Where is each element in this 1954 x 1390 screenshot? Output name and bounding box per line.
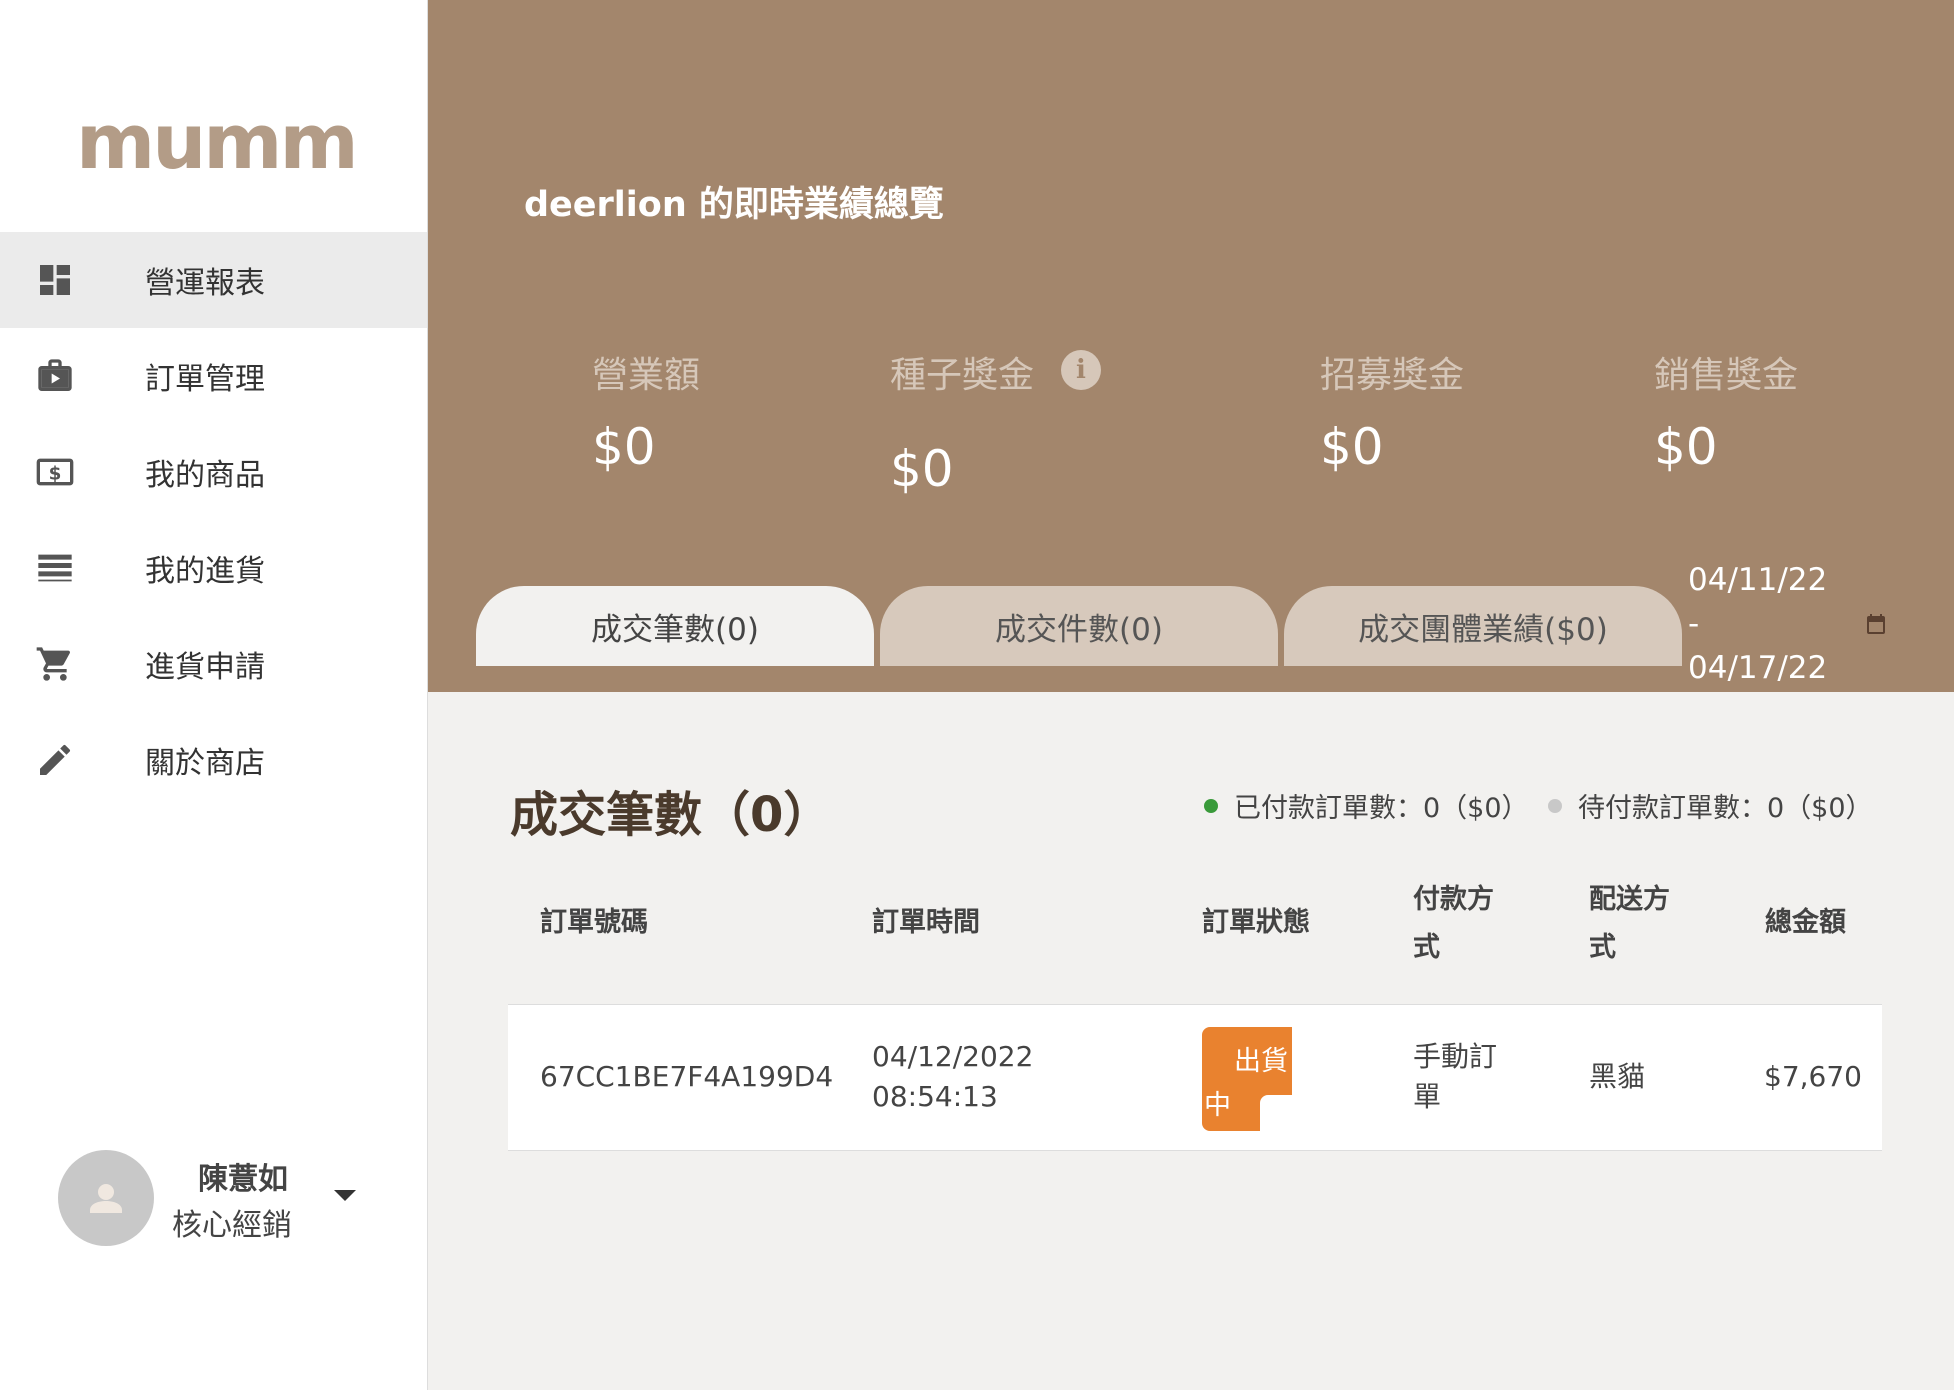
payment-method: 手動訂 單: [1413, 1037, 1497, 1117]
sidebar-item-purchase-request[interactable]: 進貨申請: [0, 616, 427, 712]
sidebar-item-orders[interactable]: 訂單管理: [0, 328, 427, 424]
sidebar-nav: 營運報表 訂單管理 $ 我的商品 我的進貨 進貨申請 關於商店: [0, 232, 427, 808]
date-range[interactable]: 04/11/22 - 04/17/22: [1688, 558, 1827, 690]
pending-dot-icon: [1548, 798, 1562, 813]
status-line1: 出貨: [1234, 1046, 1288, 1077]
legend-paid-label: 已付款訂單數：0（$0）: [1234, 793, 1529, 824]
stat-value-sales-bonus: $0: [1654, 418, 1718, 476]
stat-label-recruit-bonus: 招募獎金: [1320, 355, 1465, 396]
column-header-payment: 付款方 式: [1413, 876, 1494, 972]
avatar: [58, 1150, 154, 1246]
paid-dot-icon: [1204, 798, 1218, 813]
order-total: $7,670: [1764, 1060, 1862, 1093]
stat-label-seed-bonus: 種子獎金: [890, 355, 1035, 396]
shipping-method: 黑貓: [1589, 1060, 1646, 1093]
column-header-payment-line1: 付款方: [1413, 884, 1494, 915]
legend-pending: 待付款訂單數：0（$0）: [1548, 786, 1873, 825]
date-to: 04/17/22: [1688, 650, 1828, 686]
stat-label-sales-bonus: 銷售獎金: [1654, 355, 1799, 396]
user-profile[interactable]: 陳薏如 核心經銷: [58, 1150, 378, 1250]
summary-banner: deerlion 的即時業績總覽 營業額 $0 種子獎金 i $0 招募獎金 $…: [428, 0, 1954, 692]
sidebar-item-label: 營運報表: [145, 266, 265, 301]
column-header-order-time: 訂單時間: [872, 907, 980, 938]
stat-value-recruit-bonus: $0: [1320, 418, 1384, 476]
sidebar-item-label: 訂單管理: [145, 362, 265, 397]
legend-paid: 已付款訂單數：0（$0）: [1204, 786, 1529, 825]
sidebar-item-reports[interactable]: 營運報表: [0, 232, 427, 328]
sidebar-item-label: 進貨申請: [145, 650, 265, 685]
order-number[interactable]: 67CC1BE7F4A199D4: [540, 1057, 833, 1097]
svg-text:$: $: [49, 464, 62, 485]
dashboard-icon: [34, 259, 76, 301]
table-row[interactable]: 67CC1BE7F4A199D4 04/12/2022 08:54:13 出貨 …: [508, 1004, 1882, 1151]
column-header-total: 總金額: [1765, 907, 1846, 938]
chevron-down-icon[interactable]: [334, 1190, 356, 1201]
sidebar-item-label: 我的商品: [145, 458, 265, 493]
tab-group-performance[interactable]: 成交團體業績($0): [1284, 586, 1682, 666]
sidebar: mumm 營運報表 訂單管理 $ 我的商品 我的進貨 進貨申請 關於商店 陳薏如…: [0, 0, 428, 1390]
order-time: 04/12/2022 08:54:13: [872, 1037, 1033, 1117]
status-line2: 中: [1204, 1090, 1231, 1121]
column-header-shipping: 配送方 式: [1589, 876, 1670, 972]
tab-deal-count[interactable]: 成交筆數(0): [476, 586, 874, 666]
payment-line1: 手動訂: [1413, 1040, 1498, 1073]
briefcase-play-icon: [34, 355, 76, 397]
date-separator: -: [1688, 606, 1700, 642]
column-header-shipping-line1: 配送方: [1589, 884, 1670, 915]
pencil-icon: [34, 739, 76, 781]
logo[interactable]: mumm: [76, 104, 359, 180]
list-icon: [34, 547, 76, 589]
legend-pending-label: 待付款訂單數：0（$0）: [1578, 793, 1873, 824]
column-header-shipping-line2: 式: [1589, 932, 1616, 963]
sidebar-item-products[interactable]: $ 我的商品: [0, 424, 427, 520]
column-header-order-no: 訂單號碼: [540, 907, 648, 938]
order-clock: 08:54:13: [872, 1080, 998, 1113]
cart-icon: [34, 643, 76, 685]
page-title: deerlion 的即時業績總覽: [524, 185, 944, 225]
section-title: 成交筆數（0）: [510, 787, 832, 843]
sidebar-item-purchases[interactable]: 我的進貨: [0, 520, 427, 616]
column-header-payment-line2: 式: [1413, 932, 1440, 963]
sidebar-item-label: 關於商店: [145, 746, 265, 781]
status-badge: 出貨 中: [1202, 1027, 1292, 1131]
calendar-icon[interactable]: [1864, 612, 1888, 636]
badge-notch: [1260, 1095, 1292, 1131]
sidebar-item-label: 我的進貨: [145, 554, 265, 589]
stat-value-revenue: $0: [592, 418, 656, 476]
payment-line2: 單: [1413, 1080, 1442, 1113]
date-from: 04/11/22: [1688, 562, 1828, 598]
user-name: 陳薏如: [198, 1162, 288, 1197]
user-role: 核心經銷: [172, 1208, 292, 1243]
dollar-bill-icon: $: [34, 451, 76, 493]
sidebar-item-about-store[interactable]: 關於商店: [0, 712, 427, 808]
stat-label-revenue: 營業額: [592, 355, 701, 396]
info-icon[interactable]: i: [1061, 350, 1101, 390]
order-date: 04/12/2022: [872, 1040, 1034, 1073]
tab-item-count[interactable]: 成交件數(0): [880, 586, 1278, 666]
column-header-status: 訂單狀態: [1202, 907, 1310, 938]
person-icon: [90, 1184, 122, 1213]
stat-value-seed-bonus: $0: [890, 440, 954, 498]
